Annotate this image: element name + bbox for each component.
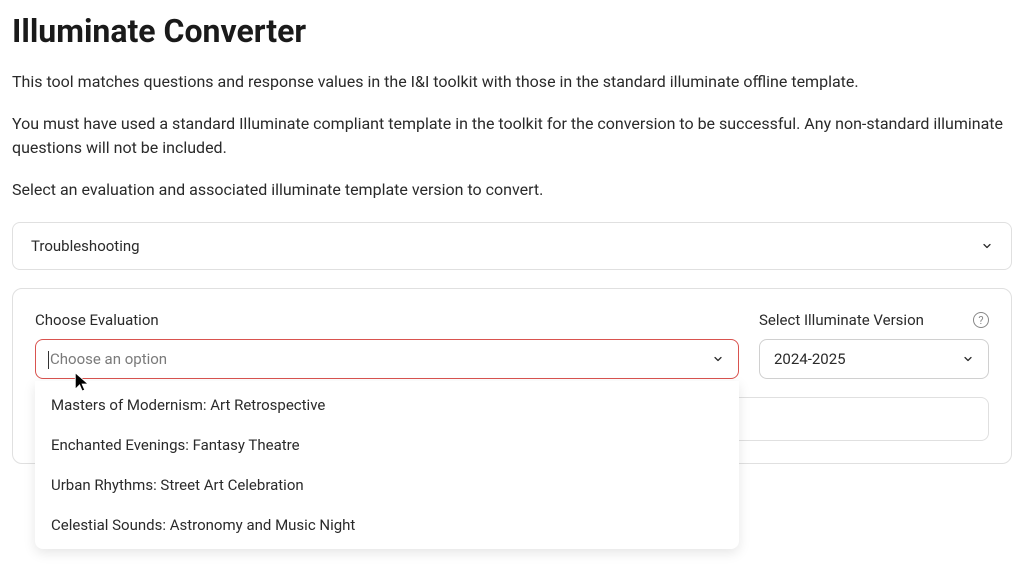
chevron-down-icon bbox=[962, 353, 974, 365]
evaluation-label: Choose Evaluation bbox=[35, 311, 739, 329]
troubleshooting-label: Troubleshooting bbox=[31, 237, 140, 255]
version-selected-value: 2024-2025 bbox=[774, 350, 846, 368]
evaluation-option[interactable]: Enchanted Evenings: Fantasy Theatre bbox=[35, 425, 739, 465]
intro-paragraph-2: You must have used a standard Illuminate… bbox=[12, 112, 1012, 160]
evaluation-option[interactable]: Urban Rhythms: Street Art Celebration bbox=[35, 465, 739, 505]
evaluation-option[interactable]: Celestial Sounds: Astronomy and Music Ni… bbox=[35, 505, 739, 545]
chevron-down-icon bbox=[981, 240, 993, 252]
conversion-form-card: Choose Evaluation Choose an option Maste… bbox=[12, 288, 1012, 464]
help-icon[interactable]: ? bbox=[973, 312, 989, 328]
chevron-down-icon bbox=[712, 353, 724, 365]
evaluation-option[interactable]: Masters of Modernism: Art Retrospective bbox=[35, 385, 739, 425]
troubleshooting-accordion[interactable]: Troubleshooting bbox=[12, 222, 1012, 270]
intro-paragraph-3: Select an evaluation and associated illu… bbox=[12, 178, 1012, 202]
version-label: Select Illuminate Version bbox=[759, 311, 924, 329]
intro-paragraph-1: This tool matches questions and response… bbox=[12, 70, 1012, 94]
evaluation-select[interactable]: Choose an option bbox=[35, 339, 739, 379]
version-select[interactable]: 2024-2025 bbox=[759, 339, 989, 379]
page-title: Illuminate Converter bbox=[12, 12, 1012, 50]
evaluation-placeholder: Choose an option bbox=[50, 350, 167, 368]
evaluation-dropdown: Masters of Modernism: Art Retrospective … bbox=[35, 381, 739, 549]
